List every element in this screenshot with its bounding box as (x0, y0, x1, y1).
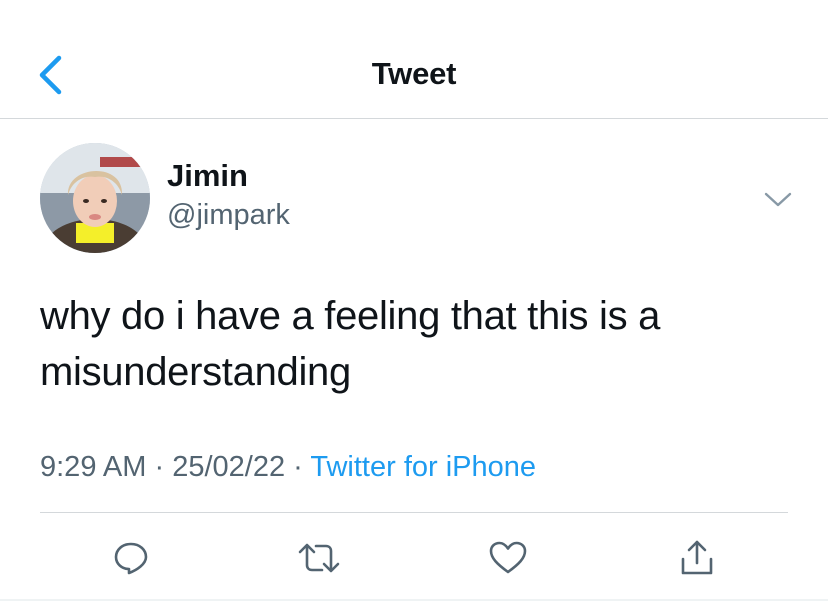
meta-separator: · (293, 451, 303, 483)
tweet-metadata: 9:29 AM · 25/02/22 · Twitter for iPhone (40, 451, 536, 484)
like-button[interactable] (483, 533, 533, 583)
username-handle[interactable]: @jimpark (167, 199, 290, 232)
page-title: Tweet (371, 56, 457, 91)
reply-icon (114, 542, 148, 575)
divider (40, 512, 788, 513)
retweet-icon (298, 543, 340, 573)
heart-icon (489, 541, 527, 574)
tweet-time: 9:29 AM (40, 451, 147, 483)
display-name[interactable]: Jimin (167, 158, 248, 194)
more-options-button[interactable] (758, 183, 798, 217)
share-icon (681, 540, 713, 575)
chevron-down-icon (764, 192, 792, 207)
profile-photo (40, 143, 150, 253)
tweet-text-line: misunderstanding (40, 350, 351, 394)
tweet-text: why do i have a feeling that this is a m… (40, 288, 800, 400)
meta-separator: · (154, 451, 165, 483)
reply-button[interactable] (106, 533, 156, 583)
navigation-bar: Tweet (0, 0, 828, 119)
tweet-text-line: why do i have a feeling that this is a (40, 294, 661, 338)
avatar[interactable] (40, 143, 150, 253)
tweet-source-link[interactable]: Twitter for iPhone (310, 451, 536, 483)
retweet-button[interactable] (294, 533, 344, 583)
tweet-date: 25/02/22 (172, 451, 286, 483)
share-button[interactable] (672, 533, 722, 583)
